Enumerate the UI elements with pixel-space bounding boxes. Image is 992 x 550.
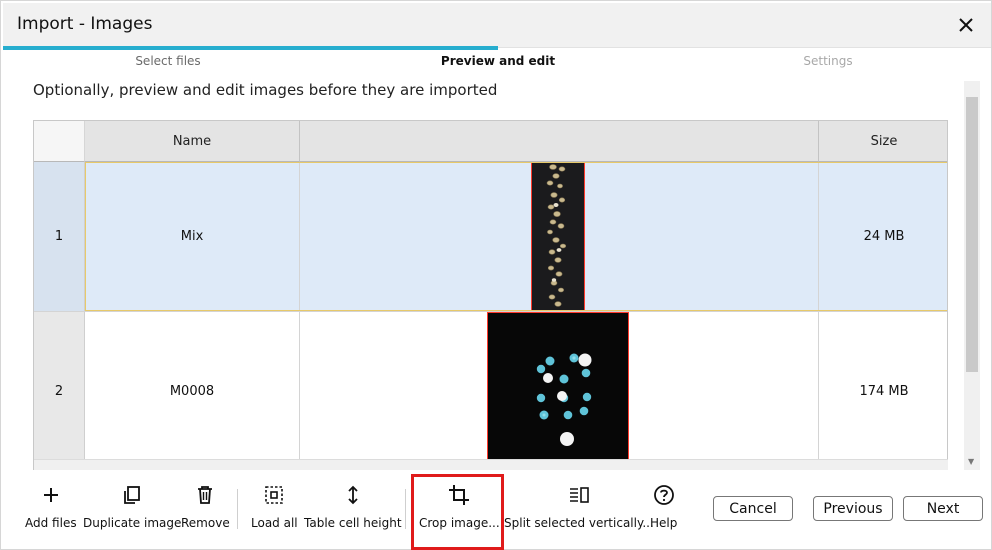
- toolbar-separator: [405, 489, 406, 529]
- title-bar: Import - Images: [3, 3, 991, 48]
- help-button[interactable]: Help: [650, 483, 677, 533]
- step-preview-and-edit: Preview and edit: [440, 54, 556, 68]
- close-button[interactable]: [953, 12, 979, 38]
- toolbar-separator: [237, 489, 238, 529]
- column-header-size[interactable]: Size: [819, 121, 947, 162]
- add-files-button[interactable]: Add files: [25, 483, 77, 533]
- image-name: M0008: [85, 312, 300, 469]
- add-files-label: Add files: [25, 516, 77, 530]
- plus-icon: [43, 488, 58, 502]
- load-all-button[interactable]: Load all: [251, 483, 298, 533]
- help-label: Help: [650, 516, 678, 530]
- step-select-files: Select files: [135, 54, 201, 68]
- remove-label: Remove: [181, 516, 230, 530]
- dialog-title: Import - Images: [17, 14, 153, 34]
- row-number: 1: [34, 162, 85, 311]
- header-corner: [34, 121, 85, 162]
- trash-icon: [198, 486, 213, 504]
- images-table[interactable]: Name Size 1 Mix 24 MB 2 M0008 174 MB: [33, 120, 948, 470]
- crop-image-label: Crop image...: [419, 516, 500, 530]
- load-all-icon: [265, 486, 284, 504]
- wizard-progress-bar: [3, 46, 498, 50]
- image-preview-cell: [300, 312, 819, 469]
- column-header-preview[interactable]: [300, 121, 819, 162]
- duplicate-image-label: Duplicate image: [83, 516, 182, 530]
- table-header: Name Size: [34, 121, 947, 162]
- row-number: 2: [34, 312, 85, 469]
- next-button[interactable]: Next: [903, 496, 983, 521]
- wizard-steps: Select files Preview and edit Settings: [1, 54, 992, 72]
- help-icon: [653, 485, 674, 505]
- table-cell-height-label: Table cell height: [304, 516, 402, 530]
- split-vertically-label: Split selected vertically...: [504, 516, 654, 530]
- image-name: Mix: [85, 162, 300, 311]
- image-thumbnail-mix: [531, 162, 585, 311]
- duplicate-icon: [124, 486, 141, 504]
- resize-vertical-icon: [348, 485, 358, 505]
- crop-image-button[interactable]: Crop image...: [419, 483, 500, 533]
- previous-button[interactable]: Previous: [813, 496, 893, 521]
- instruction-text: Optionally, preview and edit images befo…: [33, 81, 498, 99]
- column-header-name[interactable]: Name: [85, 121, 300, 162]
- remove-button[interactable]: Remove: [181, 483, 230, 533]
- close-icon: [959, 18, 973, 32]
- scroll-down-icon[interactable]: ▼: [968, 457, 974, 466]
- duplicate-image-button[interactable]: Duplicate image: [83, 483, 181, 533]
- image-thumbnail-m0008: [487, 312, 629, 460]
- table-cell-height-button[interactable]: Table cell height: [304, 483, 402, 533]
- split-vertically-button[interactable]: Split selected vertically...: [504, 483, 654, 533]
- scrollbar-thumb[interactable]: [966, 97, 978, 372]
- image-preview-cell: [300, 162, 819, 311]
- table-row[interactable]: 1 Mix 24 MB: [34, 162, 947, 311]
- load-all-label: Load all: [251, 516, 298, 530]
- horizontal-scrollbar[interactable]: [34, 459, 948, 470]
- cancel-button[interactable]: Cancel: [713, 496, 793, 521]
- crop-icon: [449, 485, 470, 505]
- table-row[interactable]: 2 M0008 174 MB: [34, 311, 947, 469]
- image-size: 24 MB: [863, 229, 905, 244]
- step-settings: Settings: [803, 54, 853, 68]
- image-size: 174 MB: [859, 384, 909, 399]
- split-vertical-icon: [569, 487, 589, 503]
- vertical-scrollbar[interactable]: ▲ ▼: [964, 81, 980, 470]
- import-images-dialog: Import - Images Select files Preview and…: [0, 0, 992, 550]
